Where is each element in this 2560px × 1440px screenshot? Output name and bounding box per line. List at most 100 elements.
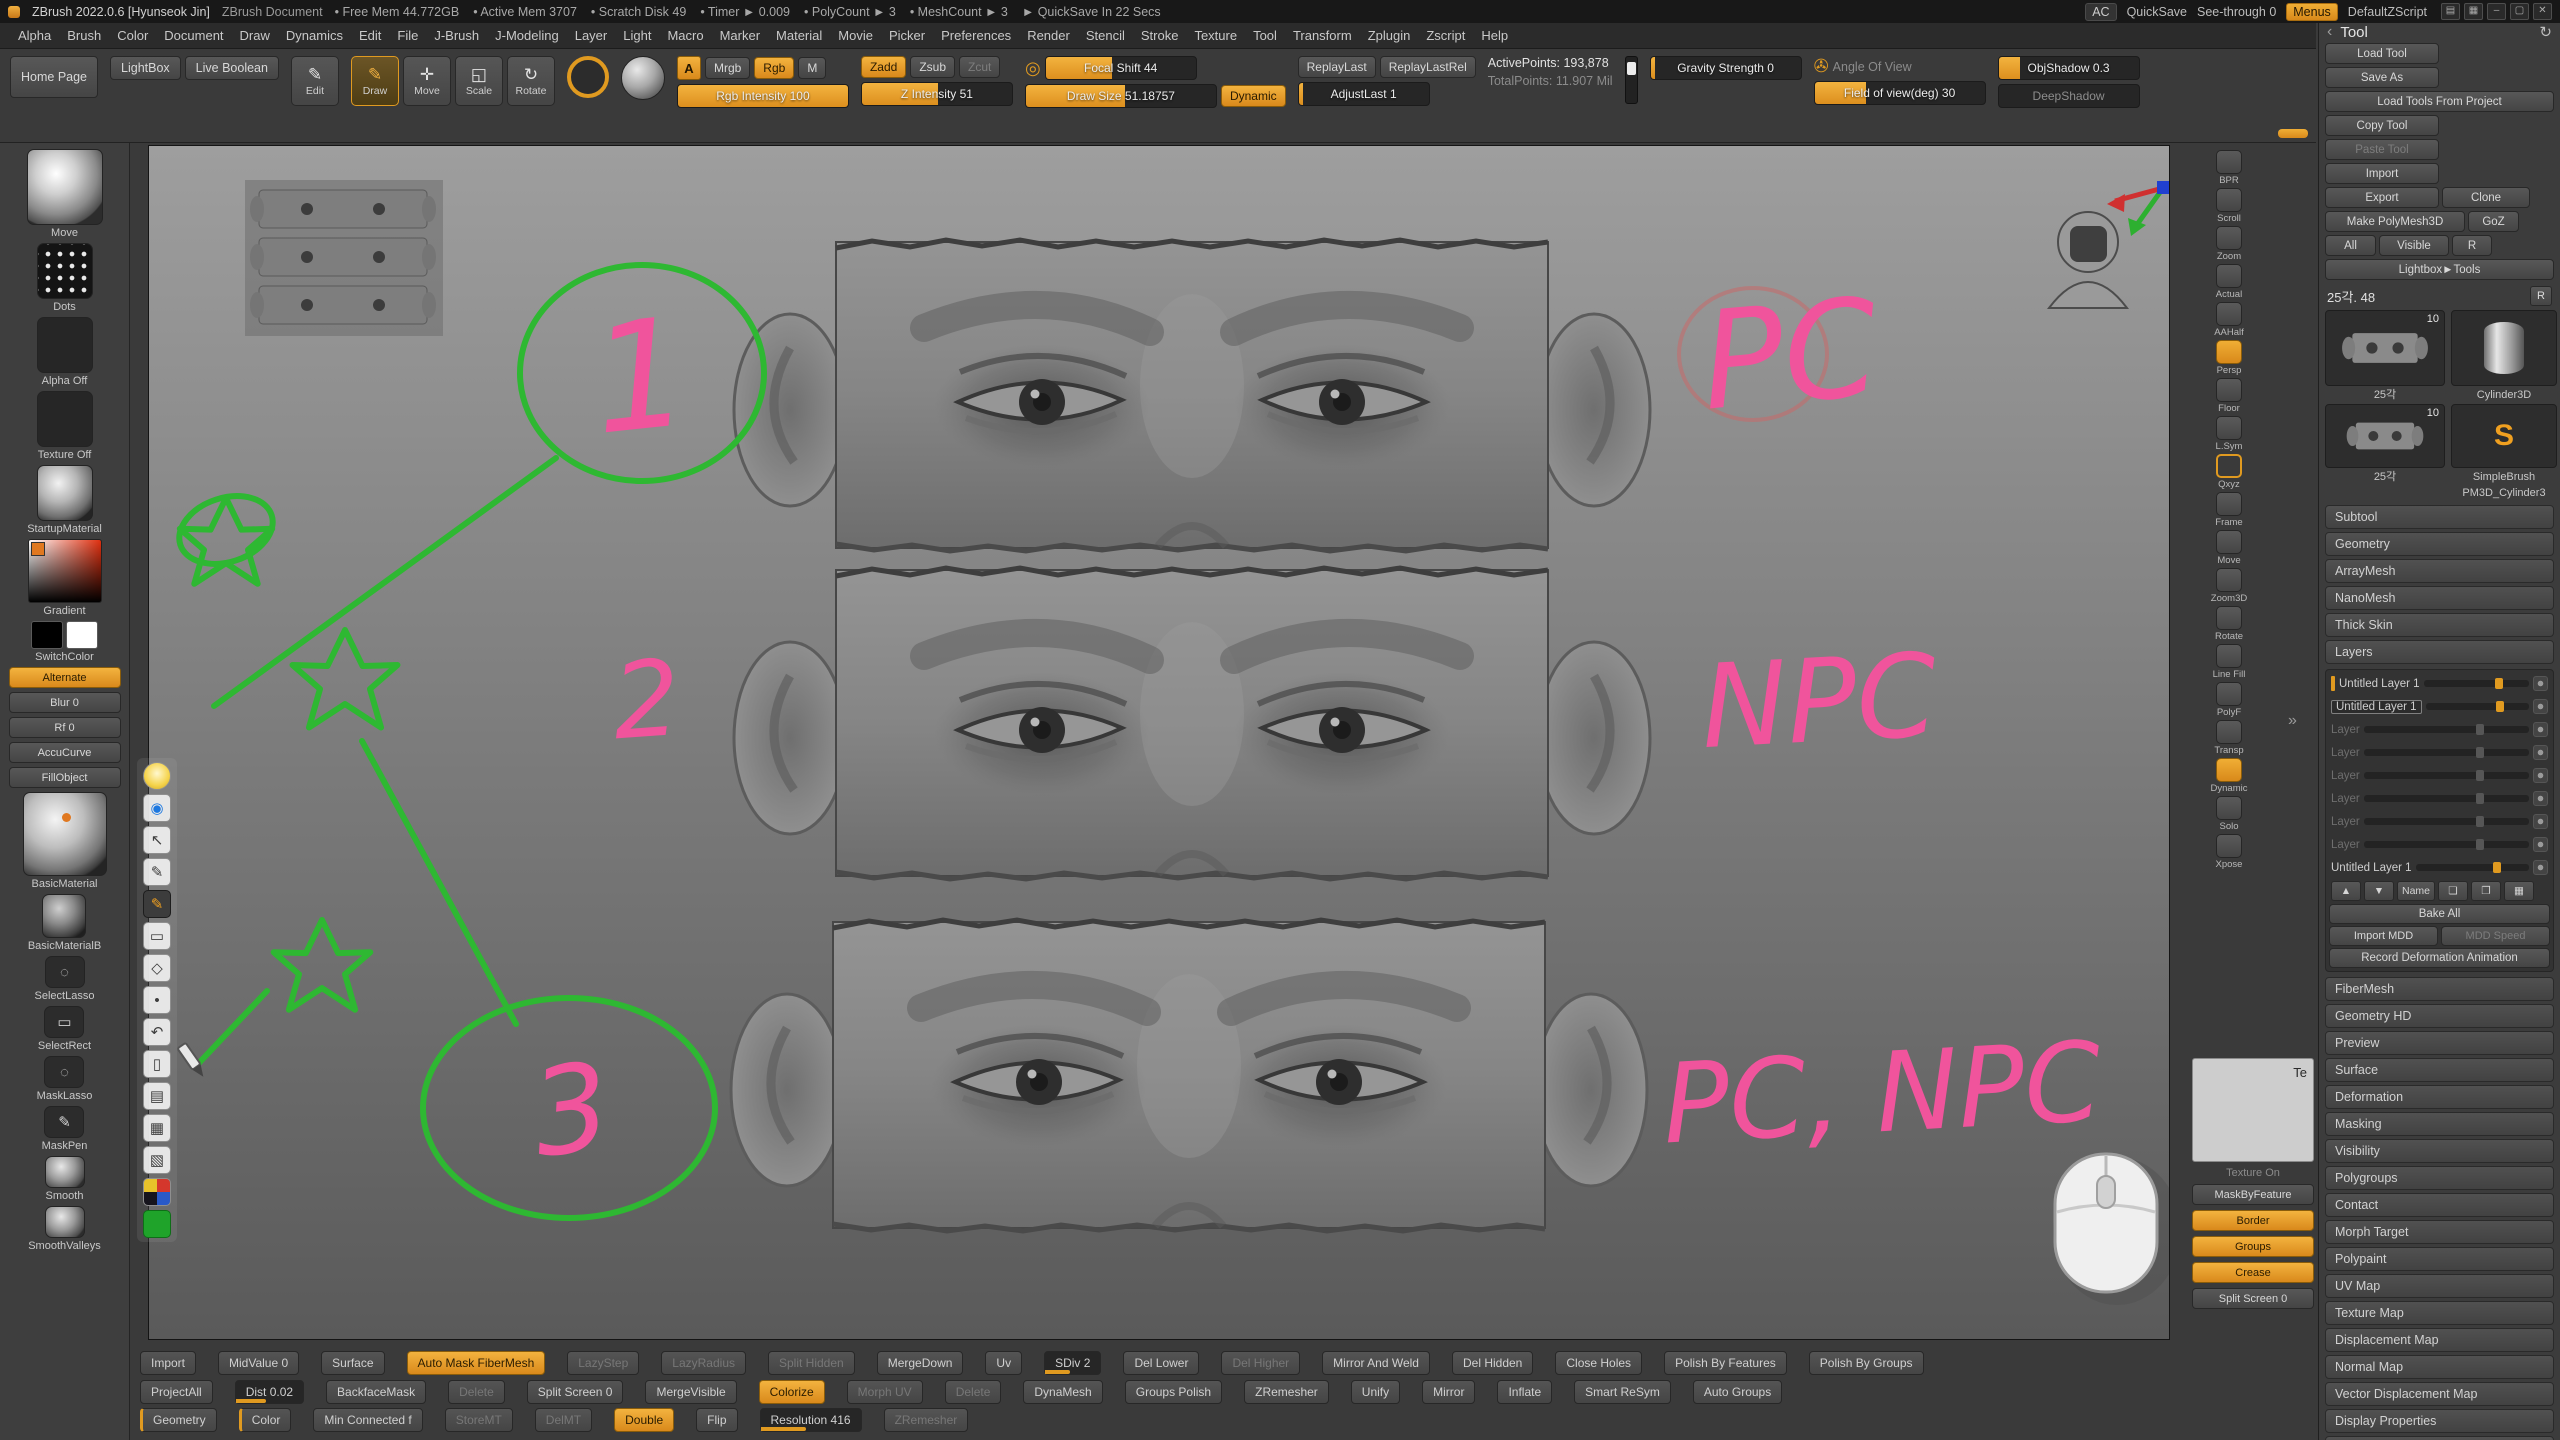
rotate-mode-button[interactable]: ↻ Rotate xyxy=(507,56,555,106)
tray-item[interactable]: SelectLasso xyxy=(35,956,95,1002)
main-color-swatch[interactable] xyxy=(31,621,63,649)
undo-icon[interactable]: ↶ xyxy=(143,1018,171,1046)
scale-mode-button[interactable]: ◱ Scale xyxy=(455,56,503,106)
material-preview-sphere[interactable] xyxy=(621,56,665,100)
tool-panel-button[interactable]: Visible xyxy=(2379,235,2449,256)
see-through-slider[interactable]: See-through 0 xyxy=(2197,5,2276,19)
menu-item[interactable]: Document xyxy=(156,28,231,43)
dock-button[interactable]: Delete xyxy=(945,1380,1002,1404)
tray-button[interactable]: Blur 0 xyxy=(9,692,121,713)
tool-section-header[interactable]: Masking xyxy=(2325,1112,2554,1136)
dock-button[interactable]: Geometry xyxy=(140,1408,217,1432)
cylinder-tool-thumbnail[interactable] xyxy=(2451,310,2557,386)
dock-button[interactable]: Color xyxy=(239,1408,292,1432)
dock-button[interactable]: DelMT xyxy=(535,1408,592,1432)
menu-item[interactable]: Material xyxy=(768,28,830,43)
tool-section-header[interactable]: NanoMesh xyxy=(2325,586,2554,610)
layer-row[interactable]: Layer xyxy=(2329,742,2550,763)
menu-item[interactable]: Marker xyxy=(712,28,768,43)
tool-section-header[interactable]: Visibility xyxy=(2325,1139,2554,1163)
eye-icon[interactable]: ◉ xyxy=(143,794,171,822)
right-shelf-button[interactable]: AAHalf xyxy=(2214,302,2244,338)
live-boolean-button[interactable]: Live Boolean xyxy=(185,56,279,80)
layer-row[interactable]: Layer xyxy=(2329,788,2550,809)
sculpt-model-3[interactable] xyxy=(731,920,1647,1231)
bake-all-button[interactable]: Bake All xyxy=(2329,904,2550,924)
tool-section-header[interactable]: Contact xyxy=(2325,1193,2554,1217)
right-shelf-button[interactable]: Rotate xyxy=(2215,606,2243,642)
menu-item[interactable]: Stencil xyxy=(1078,28,1133,43)
layer-eye-icon[interactable] xyxy=(2533,791,2548,806)
second-tool-thumbnail[interactable]: 10 xyxy=(2325,404,2445,468)
dock-button[interactable]: Close Holes xyxy=(1555,1351,1642,1375)
right-shelf-button[interactable]: Line Fill xyxy=(2213,644,2246,680)
dock-button[interactable]: Polish By Groups xyxy=(1809,1351,1924,1375)
layer-intensity-slider[interactable] xyxy=(2416,864,2529,871)
replay-last-button[interactable]: ReplayLast xyxy=(1298,56,1376,78)
menu-item[interactable]: Brush xyxy=(59,28,109,43)
import-mdd-button[interactable]: Import MDD xyxy=(2329,926,2438,946)
image-icon[interactable]: ▧ xyxy=(143,1146,171,1174)
m-button[interactable]: M xyxy=(798,57,826,79)
dock-button[interactable]: MergeDown xyxy=(877,1351,964,1375)
merge-layer-icon[interactable]: ❐ xyxy=(2471,881,2501,901)
layer-row[interactable]: Untitled Layer 1 xyxy=(2329,857,2550,878)
tool-panel-button[interactable]: Lightbox►Tools xyxy=(2325,259,2554,280)
tray-item[interactable]: Alpha Off xyxy=(37,317,93,387)
layer-intensity-slider[interactable] xyxy=(2364,818,2529,825)
dock-button[interactable]: Morph UV xyxy=(847,1380,923,1404)
tool-panel-button[interactable]: Copy Tool xyxy=(2325,115,2439,136)
simple-brush-thumbnail[interactable]: S xyxy=(2451,404,2557,468)
tool-panel-button[interactable]: Make PolyMesh3D xyxy=(2325,211,2465,232)
rgb-button[interactable]: Rgb xyxy=(754,57,794,79)
move-layer-down-icon[interactable]: ▼ xyxy=(2364,881,2394,901)
dock-button[interactable]: Mirror xyxy=(1422,1380,1475,1404)
tool-panel-button[interactable]: Save As xyxy=(2325,67,2439,88)
tool-section-header[interactable]: Polypaint xyxy=(2325,1247,2554,1271)
draw-mode-button[interactable]: ✎ Draw xyxy=(351,56,399,106)
right-shelf-button[interactable]: Solo xyxy=(2216,796,2242,832)
pen-icon[interactable]: ✎ xyxy=(143,858,171,886)
menu-item[interactable]: Help xyxy=(1473,28,1516,43)
split-screen-button[interactable]: Split Screen 0 xyxy=(2192,1288,2314,1309)
right-shelf-button[interactable]: Move xyxy=(2216,530,2242,566)
active-tool-thumbnail[interactable]: 10 xyxy=(2325,310,2445,386)
layer-grid-icon[interactable]: ▦ xyxy=(2504,881,2534,901)
groups-button[interactable]: Groups xyxy=(2192,1236,2314,1257)
tool-section-header[interactable]: Polygroups xyxy=(2325,1166,2554,1190)
dock-button[interactable]: Del Lower xyxy=(1123,1351,1199,1375)
dock-button[interactable]: SDiv 2 xyxy=(1044,1351,1101,1375)
dock-button[interactable]: Inflate xyxy=(1497,1380,1552,1404)
tool-section-header[interactable]: FiberMesh xyxy=(2325,977,2554,1001)
menu-item[interactable]: Macro xyxy=(659,28,711,43)
dock-button[interactable]: ZRemesher xyxy=(1244,1380,1329,1404)
panel-toggle-b-icon[interactable]: ▦ xyxy=(2464,3,2483,20)
layer-row[interactable]: Untitled Layer 1 xyxy=(2329,673,2550,694)
tray-item[interactable]: Smooth xyxy=(45,1156,85,1202)
adjust-last-slider[interactable]: AdjustLast 1 xyxy=(1298,82,1430,106)
tray-item[interactable]: MaskLasso xyxy=(37,1056,93,1102)
trash-icon[interactable]: ▯ xyxy=(143,1050,171,1078)
tool-section-header[interactable]: Surface xyxy=(2325,1058,2554,1082)
menu-item[interactable]: Transform xyxy=(1285,28,1360,43)
right-shelf-button[interactable]: Frame xyxy=(2215,492,2242,528)
size-dot-icon[interactable]: • xyxy=(143,986,171,1014)
gravity-strength-slider[interactable]: Gravity Strength 0 xyxy=(1650,56,1802,80)
layer-eye-icon[interactable] xyxy=(2533,745,2548,760)
tray-item[interactable]: SmoothValleys xyxy=(28,1206,101,1252)
layer-row[interactable]: Untitled Layer 1 xyxy=(2329,696,2550,717)
tool-section-header[interactable]: Layers xyxy=(2325,640,2554,664)
dock-button[interactable]: Groups Polish xyxy=(1125,1380,1222,1404)
tool-section-header[interactable]: Geometry xyxy=(2325,532,2554,556)
layer-eye-icon[interactable] xyxy=(2533,860,2548,875)
tool-section-header[interactable]: Subtool xyxy=(2325,505,2554,529)
layer-intensity-slider[interactable] xyxy=(2364,749,2529,756)
dock-button[interactable]: Smart ReSym xyxy=(1574,1380,1671,1404)
dock-button[interactable]: BackfaceMask xyxy=(326,1380,426,1404)
tray-divider-icon[interactable]: » xyxy=(2288,712,2297,730)
cursor-icon[interactable]: ↖ xyxy=(143,826,171,854)
dock-button[interactable]: Dist 0.02 xyxy=(235,1380,304,1404)
layer-row[interactable]: Layer xyxy=(2329,834,2550,855)
z-intensity-slider[interactable]: Z Intensity 51 xyxy=(861,82,1013,106)
menu-item[interactable]: Zplugin xyxy=(1360,28,1419,43)
